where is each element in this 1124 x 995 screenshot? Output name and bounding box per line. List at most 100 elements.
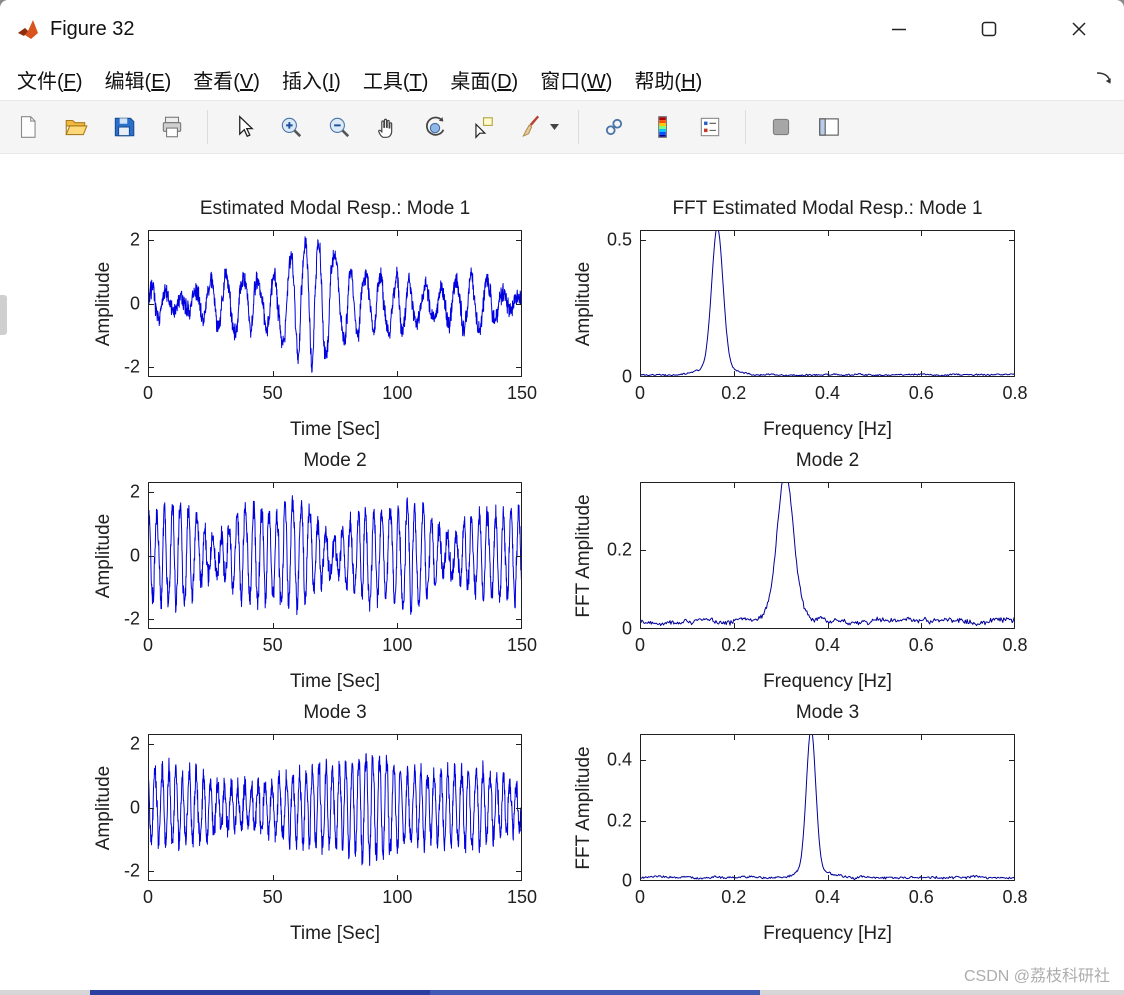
new-figure-icon[interactable]: [12, 111, 44, 143]
y-tick-label: -2: [123, 356, 140, 377]
menu-item-help[interactable]: 帮助(H): [623, 61, 713, 98]
x-tick-label: 150: [506, 635, 538, 655]
toolbar-separator: [207, 110, 208, 144]
maximize-button[interactable]: [944, 0, 1034, 58]
x-tick-label: 0.6: [908, 383, 934, 403]
y-tick-label: 0.2: [606, 539, 632, 560]
matlab-app-icon: [16, 17, 40, 41]
x-tick-label: 0.8: [1002, 887, 1028, 907]
x-axis-label: Time [Sec]: [289, 419, 381, 440]
y-tick-label: 0: [621, 366, 632, 387]
x-tick-label: 0.4: [814, 383, 841, 403]
menu-item-desktop[interactable]: 桌面(D): [439, 61, 529, 98]
title-bar: Figure 32: [0, 0, 1124, 58]
background-window-bar: [90, 990, 430, 995]
plot-area-mode1-time[interactable]: [148, 230, 522, 377]
menu-item-file[interactable]: 文件(F): [6, 61, 94, 98]
menu-item-window[interactable]: 窗口(W): [529, 61, 623, 98]
x-tick-label: 0.2: [721, 383, 747, 403]
y-tick-label: 0: [129, 293, 140, 313]
x-axis-label: Frequency [Hz]: [763, 923, 892, 944]
rotate-3d-icon[interactable]: [419, 111, 451, 143]
menu-item-view[interactable]: 查看(V): [182, 61, 271, 98]
y-tick-label: 0: [129, 545, 140, 565]
print-figure-icon[interactable]: [156, 111, 188, 143]
x-tick-label: 0: [634, 887, 646, 907]
menu-items: 文件(F) 编辑(E) 查看(V) 插入(I) 工具(T) 桌面(D) 窗口(W) 帮助(H): [6, 61, 713, 98]
hide-plot-tools-icon[interactable]: [765, 111, 797, 143]
matlab-figure-window: Figure 32 文件(F) 编辑(E) 查看(V) 插入(I) 工具(T) 桌面(D)…: [0, 0, 1124, 995]
toolbar: [0, 100, 1124, 154]
x-tick-label: 0.4: [814, 635, 841, 655]
x-tick-label: 0.4: [814, 887, 841, 907]
menu-bar: 文件(F) 编辑(E) 查看(V) 插入(I) 工具(T) 桌面(D) 窗口(W) 帮助(H): [0, 58, 1124, 100]
x-tick-label: 0.6: [908, 887, 934, 907]
plot-title: Mode 2: [795, 450, 860, 471]
x-tick-label: 150: [506, 887, 538, 907]
y-axis-label: Amplitude: [93, 765, 114, 850]
minimize-button[interactable]: [854, 0, 944, 58]
x-tick-label: 0: [142, 887, 154, 907]
x-tick-label: 0.8: [1002, 383, 1028, 403]
zoom-in-icon[interactable]: [275, 111, 307, 143]
plot-title: Estimated Modal Resp.: Mode 1: [199, 198, 471, 219]
plot-title: FFT Estimated Modal Resp.: Mode 1: [672, 198, 983, 219]
menu-item-insert[interactable]: 插入(I): [271, 61, 352, 98]
brush-dropdown-icon[interactable]: [549, 111, 559, 143]
dock-figure-icon[interactable]: [1094, 70, 1114, 88]
x-tick-label: 50: [262, 887, 283, 907]
subplot-mode3-fft: Mode 3 FFT Amplitude Frequency [Hz] 0 0.2…: [573, 702, 1028, 944]
x-tick-label: 0: [142, 383, 154, 403]
x-tick-label: 150: [506, 383, 538, 403]
x-tick-label: 50: [262, 383, 283, 403]
x-tick-label: 0.6: [908, 635, 934, 655]
x-axis-label: Frequency [Hz]: [763, 419, 892, 440]
link-plot-icon[interactable]: [598, 111, 630, 143]
background-artifact: [0, 295, 7, 335]
plot-area-mode2-fft[interactable]: [640, 482, 1015, 629]
y-tick-label: 0: [621, 870, 632, 891]
pan-icon[interactable]: [371, 111, 403, 143]
save-figure-icon[interactable]: [108, 111, 140, 143]
x-tick-label: 50: [262, 635, 283, 655]
open-file-icon[interactable]: [60, 111, 92, 143]
subplot-mode1-fft: FFT Estimated Modal Resp.: Mode 1 Amplit…: [573, 198, 1028, 440]
plot-area-mode1-fft[interactable]: [640, 230, 1015, 377]
subplot-mode2-fft: Mode 2 FFT Amplitude Frequency [Hz] 0 0.2…: [573, 450, 1028, 692]
plot-title: Mode 2: [303, 450, 367, 471]
insert-legend-icon[interactable]: [694, 111, 726, 143]
x-tick-label: 0: [634, 635, 646, 655]
data-cursor-icon[interactable]: [467, 111, 499, 143]
x-tick-label: 100: [382, 887, 413, 907]
show-plot-tools-icon[interactable]: [813, 111, 845, 143]
x-axis-label: Frequency [Hz]: [763, 671, 892, 692]
zoom-out-icon[interactable]: [323, 111, 355, 143]
y-tick-label: 2: [129, 733, 140, 754]
y-axis-label: FFT Amplitude: [573, 745, 594, 870]
background-window-bar: [430, 990, 760, 995]
subplot-mode2-time: Mode 2 Amplitude Time [Sec] 0 50 100 150 -2 0…: [93, 450, 537, 692]
toolbar-separator: [745, 110, 746, 144]
y-tick-label: 2: [129, 481, 140, 502]
x-tick-label: 100: [382, 383, 413, 403]
menu-item-tools[interactable]: 工具(T): [352, 61, 440, 98]
brush-icon[interactable]: [515, 111, 547, 143]
edit-plot-icon[interactable]: [227, 111, 259, 143]
y-tick-label: 0.4: [606, 749, 632, 770]
x-tick-label: 0.8: [1002, 635, 1028, 655]
y-tick-label: 0.5: [606, 229, 632, 250]
y-tick-label: 0: [129, 797, 140, 817]
menu-item-edit[interactable]: 编辑(E): [94, 61, 183, 98]
plot-area-mode3-fft[interactable]: [640, 734, 1015, 881]
x-axis-label: Time [Sec]: [289, 923, 381, 944]
insert-colorbar-icon[interactable]: [646, 111, 678, 143]
y-axis-label: Amplitude: [93, 513, 114, 598]
figure-canvas: Estimated Modal Resp.: Mode 1 Amplitude …: [0, 154, 1124, 990]
close-button[interactable]: [1034, 0, 1124, 58]
x-tick-label: 0.2: [721, 635, 747, 655]
background-window-edge: [0, 990, 1124, 995]
plot-area-mode2-time[interactable]: [148, 482, 522, 629]
subplot-mode3-time: Mode 3 Amplitude Time [Sec] 0 50 100 150 -2 0…: [93, 702, 537, 944]
plot-area-mode3-time[interactable]: [148, 734, 522, 881]
subplot-mode1-time: Estimated Modal Resp.: Mode 1 Amplitude …: [93, 198, 537, 440]
